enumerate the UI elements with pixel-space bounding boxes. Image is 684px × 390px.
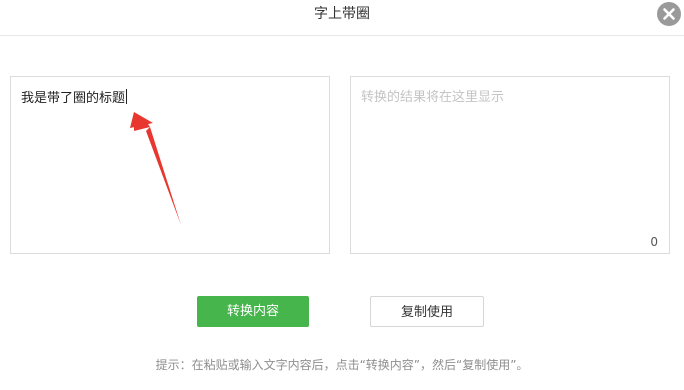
dialog-title: 字上带圈	[314, 6, 370, 22]
dialog-header: 字上带圈	[0, 0, 684, 36]
hint-text: 提示：在粘贴或输入文字内容后，点击“转换内容”，然后“复制使用”。	[155, 358, 529, 372]
character-count: 0	[650, 235, 658, 249]
text-input-area[interactable]: 我是带了圈的标题	[10, 76, 330, 254]
text-caret	[126, 89, 128, 104]
copy-button[interactable]: 复制使用	[370, 296, 484, 327]
dialog: 字上带圈 我是带了圈的标题 转换的结果将在这里显示 0 转换内容 复制使用 提示…	[0, 0, 684, 390]
text-input-value: 我是带了圈的标题	[21, 91, 126, 106]
result-placeholder: 转换的结果将在这里显示	[361, 90, 505, 105]
convert-button[interactable]: 转换内容	[197, 296, 309, 327]
close-icon	[663, 8, 675, 20]
result-output-area[interactable]: 转换的结果将在这里显示 0	[350, 76, 670, 254]
close-button[interactable]	[657, 2, 681, 26]
